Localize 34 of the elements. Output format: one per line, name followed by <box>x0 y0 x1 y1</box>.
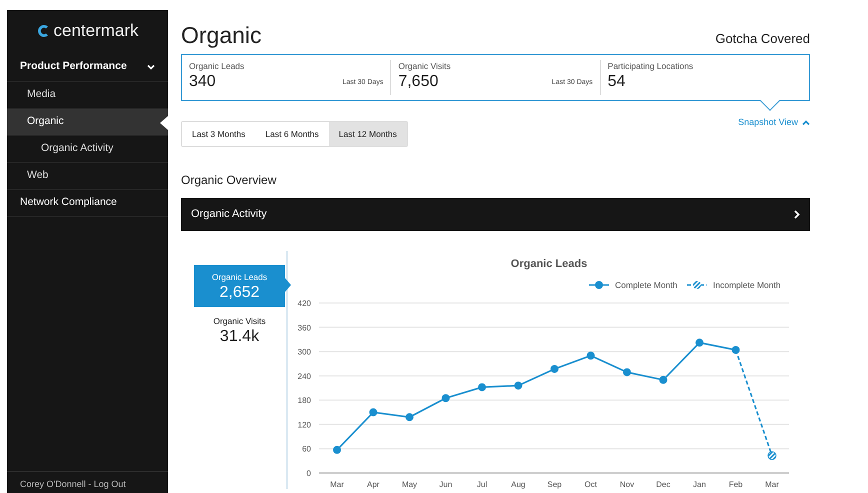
y-tick-label: 60 <box>302 444 311 454</box>
legend-label: Complete Month <box>615 280 678 290</box>
section-title: Organic Overview <box>181 172 278 189</box>
x-tick-label: Dec <box>656 480 670 489</box>
y-tick-label: 0 <box>306 469 311 478</box>
x-tick-label: Jun <box>439 480 452 489</box>
y-tick-label: 300 <box>298 348 311 357</box>
x-tick-label: Jul <box>476 480 488 489</box>
metric-value: 54 <box>608 72 626 91</box>
metric-label: Organic Visits <box>398 60 452 73</box>
x-tick-label: Nov <box>620 480 634 489</box>
x-tick-label: Sep <box>547 480 562 489</box>
x-tick-label: Jan <box>693 480 706 489</box>
y-tick-label: 180 <box>298 396 311 406</box>
x-tick-label: Mar <box>765 480 779 489</box>
x-tick-label: Apr <box>367 480 380 489</box>
y-tick-label: 420 <box>298 299 311 308</box>
x-tick-label: Feb <box>728 480 743 489</box>
metric-value: 340 <box>189 72 216 91</box>
x-tick-label: Mar <box>330 480 344 489</box>
account-name: Gotcha Covered <box>715 30 810 48</box>
y-tick-label: 360 <box>298 323 311 332</box>
page-title: Organic <box>181 22 262 48</box>
logo-text: centermark <box>53 20 139 42</box>
x-tick-label: May <box>402 480 418 489</box>
metric-label: Organic Leads <box>189 60 246 73</box>
y-tick-label: 240 <box>298 372 311 381</box>
metric-label: Participating Locations <box>608 60 694 73</box>
x-tick-label: Oct <box>584 480 597 489</box>
x-tick-label: Aug <box>511 480 526 489</box>
chart-title: Organic Leads <box>510 258 588 270</box>
y-tick-label: 120 <box>298 420 311 430</box>
legend-label: Incomplete Month <box>713 280 781 290</box>
metric-value: 7,650 <box>398 72 438 91</box>
